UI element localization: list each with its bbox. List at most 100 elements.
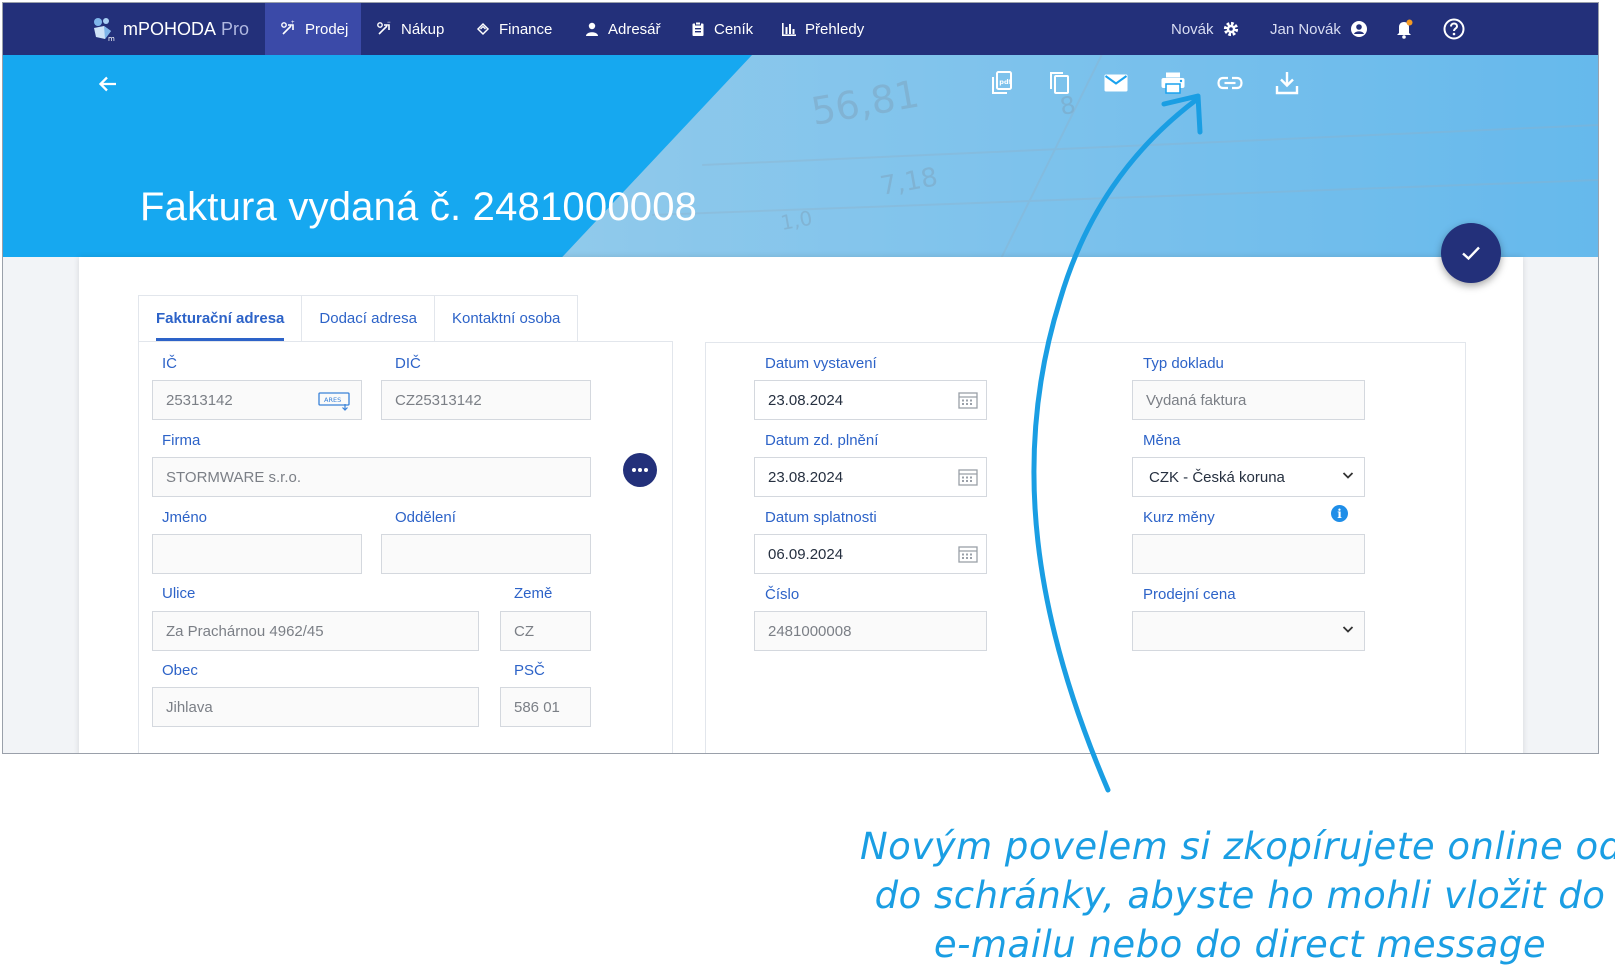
svg-text:−: − <box>387 20 391 26</box>
help-icon <box>1443 18 1465 40</box>
svg-text:+: + <box>291 20 295 26</box>
datum-splatnosti-label: Datum splatnosti <box>765 509 877 526</box>
annotation-line-1: Novým povelem si zkopírujete online odka… <box>860 825 1615 868</box>
nav-item-adresar[interactable]: Adresář <box>584 3 661 55</box>
mena-label: Měna <box>1143 432 1181 449</box>
dic-input[interactable]: CZ25313142 <box>381 380 591 420</box>
document-actions-toolbar: pdf <box>973 67 1315 99</box>
brand-logo[interactable]: m mPOHODA Pro <box>91 15 249 43</box>
gear-icon <box>1223 21 1238 37</box>
datum-vystaveni-label: Datum vystavení <box>765 355 877 372</box>
tab-kontaktni-osoba[interactable]: Kontaktní osoba <box>434 295 579 341</box>
zeme-label: Země <box>514 585 553 602</box>
cislo-label: Číslo <box>765 586 800 603</box>
oddeleni-input[interactable] <box>381 534 591 574</box>
nav-label: Ceník <box>714 20 754 38</box>
nav-label: Prodej <box>305 20 349 38</box>
kurz-meny-input[interactable] <box>1132 534 1365 574</box>
person-icon <box>586 22 598 36</box>
company-switcher[interactable]: Novák <box>1171 3 1240 55</box>
print-button[interactable] <box>1144 67 1201 99</box>
cislo-input[interactable]: 2481000008 <box>754 611 987 651</box>
svg-text:m: m <box>108 35 115 42</box>
cislo-value: 2481000008 <box>768 622 852 640</box>
notifications-button[interactable] <box>1395 3 1413 55</box>
user-name: Jan Novák <box>1270 20 1341 38</box>
more-options-button[interactable] <box>623 453 657 487</box>
ulice-value: Za Prachárnou 4962/45 <box>166 622 324 640</box>
header-banner: 56,81 7,18 8 1,0 pdf Faktura vydaná č. 2… <box>3 55 1598 257</box>
nav-item-cenik[interactable]: Ceník <box>690 3 753 55</box>
pdf-button[interactable]: pdf <box>973 67 1030 99</box>
dic-value: CZ25313142 <box>395 391 482 409</box>
pohoda-logo-icon: m <box>94 18 115 42</box>
company-name: Novák <box>1171 20 1214 38</box>
prodejni-cena-select[interactable] <box>1132 611 1365 651</box>
sales-icon: + <box>281 20 295 35</box>
tab-fakturacni-adresa[interactable]: Fakturační adresa <box>138 295 303 341</box>
info-icon[interactable]: i <box>1331 505 1348 522</box>
nav-item-prehledy[interactable]: Přehledy <box>781 3 864 55</box>
save-confirm-button[interactable] <box>1441 223 1501 283</box>
ares-lookup-button[interactable]: ARES <box>318 392 352 416</box>
app-window: m mPOHODA Pro + Prodej − Nákup Finance A… <box>2 2 1599 754</box>
top-navbar: m mPOHODA Pro + Prodej − Nákup Finance A… <box>3 3 1598 55</box>
address-tabs: Fakturační adresa Dodací adresa Kontaktn… <box>138 295 579 341</box>
calendar-icon[interactable] <box>958 545 978 563</box>
obec-value: Jihlava <box>166 698 213 716</box>
link-icon <box>1216 76 1243 90</box>
user-menu[interactable]: Jan Novák <box>1270 3 1368 55</box>
obec-input[interactable]: Jihlava <box>152 687 479 727</box>
copy-button[interactable] <box>1030 67 1087 99</box>
ulice-input[interactable]: Za Prachárnou 4962/45 <box>152 611 479 651</box>
more-horizontal-icon <box>632 468 648 472</box>
mena-select[interactable]: CZK - Česká koruna <box>1132 457 1365 497</box>
pdf-icon: pdf <box>991 71 1012 94</box>
finance-icon <box>476 22 490 36</box>
email-button[interactable] <box>1087 67 1144 99</box>
invoice-form-card: Fakturační adresa Dodací adresa Kontaktn… <box>79 257 1523 753</box>
chevron-down-icon <box>1342 626 1354 633</box>
calendar-icon[interactable] <box>958 468 978 486</box>
zeme-value: CZ <box>514 622 534 640</box>
firma-label: Firma <box>162 432 201 449</box>
nav-item-finance[interactable]: Finance <box>475 3 552 55</box>
jmeno-input[interactable] <box>152 534 362 574</box>
annotation-callout: Novým povelem si zkopírujete online odka… <box>860 822 1615 969</box>
ic-input[interactable]: 25313142 ARES <box>152 380 362 420</box>
clipboard-icon <box>692 21 704 36</box>
psc-input[interactable]: 586 01 <box>500 687 591 727</box>
datum-vystaveni-input[interactable]: 23.08.2024 <box>754 380 987 420</box>
brand-suffix: Pro <box>221 18 250 39</box>
ic-label: IČ <box>162 355 177 372</box>
annotation-line-3: e-mailu nebo do direct message <box>933 923 1547 966</box>
copy-link-button[interactable] <box>1201 67 1258 99</box>
page-title: Faktura vydaná č. 2481000008 <box>140 185 698 229</box>
nav-item-nakup[interactable]: − Nákup <box>375 3 444 55</box>
help-button[interactable] <box>1443 3 1465 55</box>
email-icon <box>1104 74 1127 92</box>
typ-dokladu-input[interactable]: Vydaná faktura <box>1132 380 1365 420</box>
datum-zd-plneni-input[interactable]: 23.08.2024 <box>754 457 987 497</box>
annotation-line-2: do schránky, abyste ho mohli vložit do <box>874 874 1606 917</box>
brand-name: mPOHODA <box>123 18 217 39</box>
prodejni-cena-label: Prodejní cena <box>1143 586 1236 603</box>
tab-dodaci-adresa[interactable]: Dodací adresa <box>302 295 435 341</box>
calendar-icon[interactable] <box>958 391 978 409</box>
datum-splatnosti-input[interactable]: 06.09.2024 <box>754 534 987 574</box>
download-button[interactable] <box>1258 67 1315 99</box>
document-details-panel: Datum vystavení 23.08.2024 Datum zd. pln… <box>705 342 1466 753</box>
ulice-label: Ulice <box>162 585 196 602</box>
oddeleni-label: Oddělení <box>395 509 456 526</box>
firma-input[interactable]: STORMWARE s.r.o. <box>152 457 591 497</box>
nav-item-prodej[interactable]: + Prodej <box>265 3 361 55</box>
account-circle-icon <box>1350 21 1367 37</box>
datum-splatnosti-value: 06.09.2024 <box>768 545 844 563</box>
ic-value: 25313142 <box>166 391 233 409</box>
dic-label: DIČ <box>395 355 421 372</box>
back-button[interactable] <box>93 69 123 99</box>
zeme-input[interactable]: CZ <box>500 611 591 651</box>
bar-chart-icon <box>782 23 796 36</box>
bell-icon <box>1397 19 1413 39</box>
arrow-left-icon <box>98 76 116 92</box>
